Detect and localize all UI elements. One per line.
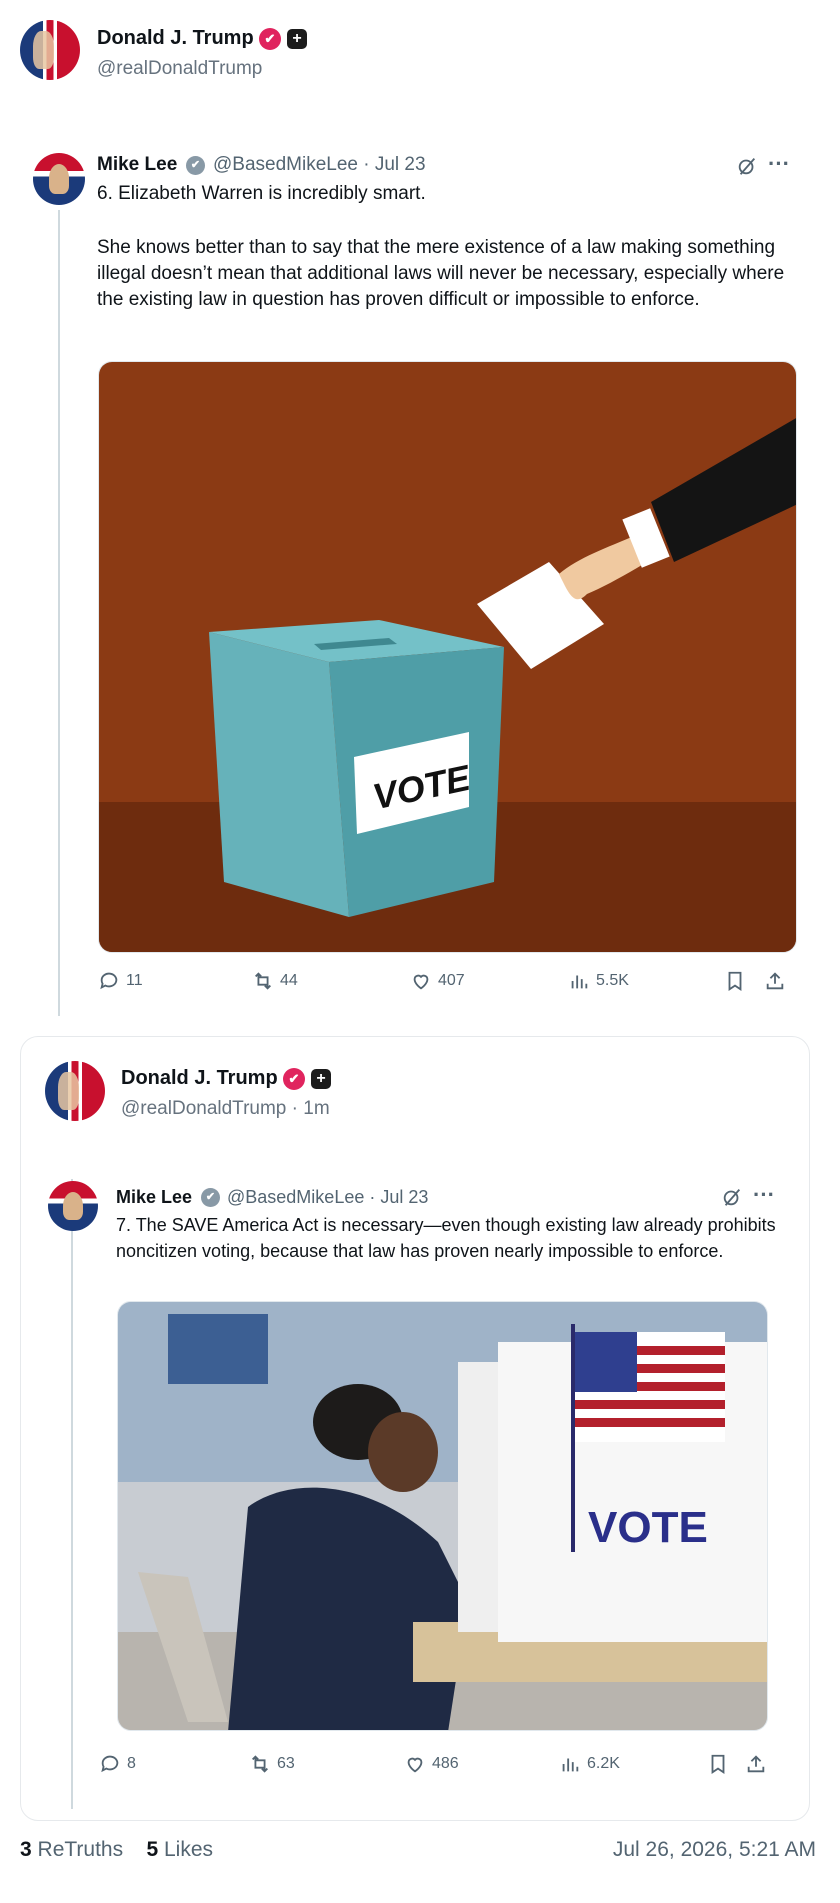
more-icon[interactable]: ··· [753,1184,775,1206]
voting-booth-photo[interactable]: VOTE [117,1301,768,1731]
reply-icon [100,972,118,990]
thread-line [58,210,60,1016]
like-count: 407 [438,972,465,989]
quote-avatar[interactable] [48,1181,98,1231]
grok-icon[interactable] [736,155,758,181]
engagement-summary: 3 ReTruths 5 Likes [20,1838,213,1862]
bookmark-button[interactable] [724,970,746,992]
views-count: 5.5K [596,972,629,989]
author-avatar[interactable] [20,20,80,80]
share-icon [747,1755,765,1773]
plus-badge-icon: + [311,1069,331,1089]
reply-count: 8 [127,1755,136,1772]
reply-button[interactable]: 11 [98,970,143,992]
verified-badge-icon: ✔ [283,1068,305,1090]
verified-badge-icon: ✔ [201,1188,220,1207]
quote-action-bar: 11 44 407 5.5K [98,970,798,994]
vote-illustration-image[interactable]: VOTE [98,361,797,953]
author-handle[interactable]: @realDonaldTrump [97,58,262,80]
likes-count: 5 [146,1838,159,1861]
repost-icon [255,972,271,990]
reply-icon [101,1755,119,1773]
card-author-name[interactable]: Donald J. Trump [121,1067,278,1090]
quoted-post-card[interactable]: Donald J. Trump ✔ + @realDonaldTrump · 1… [20,1036,810,1821]
like-button[interactable]: 407 [410,970,465,992]
quote-author-name[interactable]: Mike Lee [97,154,177,176]
verified-badge-icon: ✔ [259,28,281,50]
thread-line [71,1179,73,1809]
verified-badge-icon: ✔ [186,156,205,175]
quote-author-name[interactable]: Mike Lee [116,1187,192,1208]
views-button[interactable]: 5.5K [568,970,629,992]
plus-badge-icon: + [287,29,307,49]
share-icon [766,972,784,990]
views-icon [571,975,588,989]
grok-icon[interactable] [721,1186,743,1212]
repost-button[interactable]: 63 [249,1753,295,1775]
like-icon [413,974,429,990]
quote-action-bar: 8 63 486 6.2K [99,1753,779,1777]
quote-meta[interactable]: @BasedMikeLee · Jul 23 [227,1187,428,1208]
quote-avatar[interactable] [33,153,85,205]
repost-icon [252,1755,268,1773]
retruths-link[interactable]: 3 ReTruths [20,1838,123,1861]
quote-text-body: 7. The SAVE America Act is necessary—eve… [116,1215,776,1261]
retruths-count: 3 [20,1838,32,1861]
bookmark-button[interactable] [707,1753,729,1775]
retruths-label: ReTruths [37,1838,124,1861]
share-button[interactable] [745,1753,767,1775]
post-timestamp[interactable]: Jul 26, 2026, 5:21 AM [613,1838,816,1862]
likes-label: Likes [164,1838,214,1861]
like-count: 486 [432,1755,459,1772]
quote-text-line1: 6. Elizabeth Warren is incredibly smart. [97,183,426,204]
bookmark-icon [728,971,742,991]
views-icon [562,1758,579,1772]
card-author-handle[interactable]: @realDonaldTrump · 1m [121,1098,330,1120]
repost-button[interactable]: 44 [252,970,298,992]
like-button[interactable]: 486 [404,1753,459,1775]
likes-link[interactable]: 5 Likes [146,1838,213,1861]
reply-count: 11 [126,972,143,989]
quote-text-body: She knows better than to say that the me… [97,237,785,310]
bookmark-icon [711,1754,725,1774]
views-button[interactable]: 6.2K [559,1753,620,1775]
repost-count: 44 [280,972,298,989]
card-author-avatar[interactable] [45,1061,105,1121]
quote-meta[interactable]: @BasedMikeLee · Jul 23 [213,154,426,176]
share-button[interactable] [764,970,786,992]
more-icon[interactable]: ··· [768,153,790,175]
repost-count: 63 [277,1755,295,1772]
reply-button[interactable]: 8 [99,1753,136,1775]
author-name[interactable]: Donald J. Trump [97,27,254,50]
vote-sign-text: VOTE [588,1503,708,1552]
like-icon [407,1757,423,1773]
views-count: 6.2K [587,1755,620,1772]
